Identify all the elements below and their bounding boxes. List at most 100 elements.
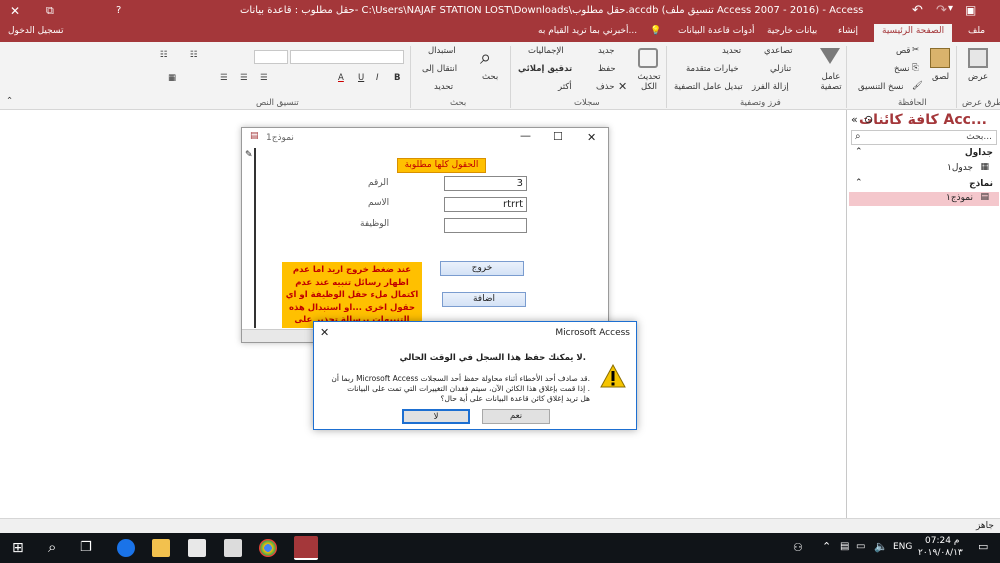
task-view-icon[interactable]: ❐: [80, 540, 92, 555]
totals-button[interactable]: الإجماليات: [528, 46, 564, 56]
battery-icon[interactable]: ▭: [856, 541, 865, 552]
yes-button[interactable]: نعم: [482, 409, 550, 424]
add-button[interactable]: اضافة: [442, 292, 526, 307]
number-field[interactable]: 3: [444, 176, 527, 191]
delete-record-button[interactable]: حذف: [596, 82, 615, 92]
name-field[interactable]: rtrrt: [444, 197, 527, 212]
sort-filter-group-label: فرز وتصفية: [740, 98, 781, 108]
form-minimize-icon[interactable]: —: [520, 129, 531, 142]
gridlines-icon[interactable]: ▦: [168, 73, 176, 83]
view-icon[interactable]: [968, 48, 988, 68]
signin-link[interactable]: تسجيل الدخول: [8, 26, 63, 36]
tab-database-tools[interactable]: أدوات قاعدة البيانات: [678, 26, 755, 36]
remove-sort-button[interactable]: إزالة الفرز: [752, 82, 789, 92]
select-button[interactable]: تحديد: [434, 82, 453, 92]
volume-icon[interactable]: 🔈: [874, 540, 888, 553]
file-explorer-icon[interactable]: [152, 539, 170, 557]
help-icon[interactable]: ?: [116, 5, 121, 16]
nav-search-placeholder: بحث...: [966, 132, 992, 142]
save-record-button[interactable]: حفظ: [598, 64, 616, 74]
chevron-up-icon[interactable]: ⌃: [822, 540, 831, 553]
align-right-icon[interactable]: ☰: [220, 73, 228, 83]
goto-button[interactable]: انتقال إلى: [422, 64, 457, 74]
tab-home[interactable]: الصفحة الرئيسية: [874, 24, 953, 42]
bullets-icon[interactable]: ☷: [190, 50, 198, 60]
no-button[interactable]: لا: [402, 409, 470, 424]
job-field[interactable]: [444, 218, 527, 233]
align-center-icon[interactable]: ☰: [240, 73, 248, 83]
tab-create[interactable]: إنشاء: [838, 26, 858, 36]
paste-icon[interactable]: [930, 48, 950, 68]
people-icon[interactable]: ⚇: [793, 541, 803, 554]
close-icon[interactable]: ✕: [10, 4, 20, 18]
cut-button[interactable]: قص: [896, 46, 910, 56]
paste-button[interactable]: لصق: [932, 72, 949, 82]
spelling-button[interactable]: تدقيق إملائي: [518, 64, 572, 74]
advanced-button[interactable]: خيارات متقدمة: [686, 64, 739, 74]
record-selector[interactable]: ✎: [244, 148, 256, 328]
font-size-field[interactable]: [254, 50, 288, 64]
tell-me-search[interactable]: أخبرني بما تريد القيام به...: [538, 26, 637, 36]
quick-access-icon[interactable]: ▾: [948, 3, 953, 14]
view-button[interactable]: عرض: [968, 72, 988, 82]
underline-button[interactable]: U: [358, 73, 364, 83]
numbering-icon[interactable]: ☷: [160, 50, 168, 60]
descending-button[interactable]: تنازلي: [770, 64, 791, 74]
filter-button[interactable]: عامل تصفية: [818, 72, 844, 92]
store-icon[interactable]: [188, 539, 206, 557]
refresh-icon[interactable]: [638, 48, 658, 68]
views-group-label: طرق عرض: [962, 98, 1000, 108]
new-record-button[interactable]: جديد: [598, 46, 615, 56]
notifications-icon[interactable]: ▭: [978, 540, 988, 553]
nav-section-tables[interactable]: جداول ⌃: [849, 147, 999, 161]
align-left-icon[interactable]: ☰: [260, 73, 268, 83]
selection-button[interactable]: تحديد: [722, 46, 741, 56]
network-icon[interactable]: ▤: [840, 541, 849, 552]
language-indicator[interactable]: ENG: [893, 542, 912, 552]
magnifier-icon[interactable]: ⌕: [480, 45, 491, 69]
tab-file[interactable]: ملف: [968, 26, 985, 36]
nav-item-table1[interactable]: ▦ جدول١: [849, 162, 999, 176]
nav-menu-icon[interactable]: ⊙: [864, 113, 873, 126]
tab-external-data[interactable]: بيانات خارجية: [767, 26, 817, 36]
nav-section-forms[interactable]: نماذج ⌃: [849, 178, 999, 192]
nav-item-label: جدول١: [946, 163, 973, 173]
font-color-button[interactable]: A: [338, 73, 344, 83]
label-job: الوظيفة: [360, 219, 390, 229]
refresh-all-button[interactable]: تحديث الكل: [636, 72, 662, 92]
ribbon-tabs: ملف الصفحة الرئيسية إنشاء بيانات خارجية …: [0, 23, 1000, 42]
save-icon[interactable]: ▣: [965, 3, 976, 17]
exit-button[interactable]: خروج: [440, 261, 524, 276]
find-button[interactable]: بحث: [482, 72, 498, 82]
copy-button[interactable]: نسخ: [894, 64, 909, 74]
collapse-ribbon-icon[interactable]: ⌃: [6, 96, 13, 106]
font-name-field[interactable]: [290, 50, 404, 64]
italic-button[interactable]: I: [376, 73, 379, 83]
windows-start-icon[interactable]: ⊞: [12, 540, 24, 556]
restore-icon[interactable]: ⧉: [46, 4, 54, 18]
access-icon[interactable]: [294, 536, 318, 560]
nav-item-form1[interactable]: ▤ نموذج١: [849, 192, 999, 206]
clock-date[interactable]: ٢٠١٩/٠٨/١٣: [918, 548, 963, 558]
nav-pane-title[interactable]: كافة كائنات Acc...: [859, 112, 987, 128]
dialog-close-icon[interactable]: ✕: [320, 326, 329, 339]
nav-collapse-icon[interactable]: «: [851, 113, 858, 126]
replace-button[interactable]: استبدال: [428, 46, 456, 56]
ascending-button[interactable]: تصاعدي: [764, 46, 793, 56]
undo-icon[interactable]: ↶: [912, 3, 923, 18]
format-painter-button[interactable]: نسخ التنسيق: [858, 82, 903, 92]
clock-time[interactable]: 07:24 م: [925, 536, 959, 546]
mail-icon[interactable]: [224, 539, 242, 557]
nav-search-field[interactable]: بحث... ⌕: [851, 130, 997, 145]
more-button[interactable]: أكثر: [558, 82, 572, 92]
chrome-icon[interactable]: [259, 539, 277, 557]
bold-button[interactable]: B: [394, 73, 400, 83]
form-close-icon[interactable]: ✕: [587, 131, 596, 144]
form-window: ✕ ☐ — نموذج1 ▤ ✎ الحقول كلها مطلوبة الرق…: [241, 127, 609, 343]
edge-icon[interactable]: [117, 539, 135, 557]
form-maximize-icon[interactable]: ☐: [553, 130, 563, 143]
toggle-filter-button[interactable]: تبديل عامل التصفية: [674, 82, 743, 92]
filter-icon[interactable]: [820, 48, 840, 64]
search-icon[interactable]: ⌕: [48, 538, 56, 556]
redo-icon[interactable]: ↷: [936, 3, 947, 18]
